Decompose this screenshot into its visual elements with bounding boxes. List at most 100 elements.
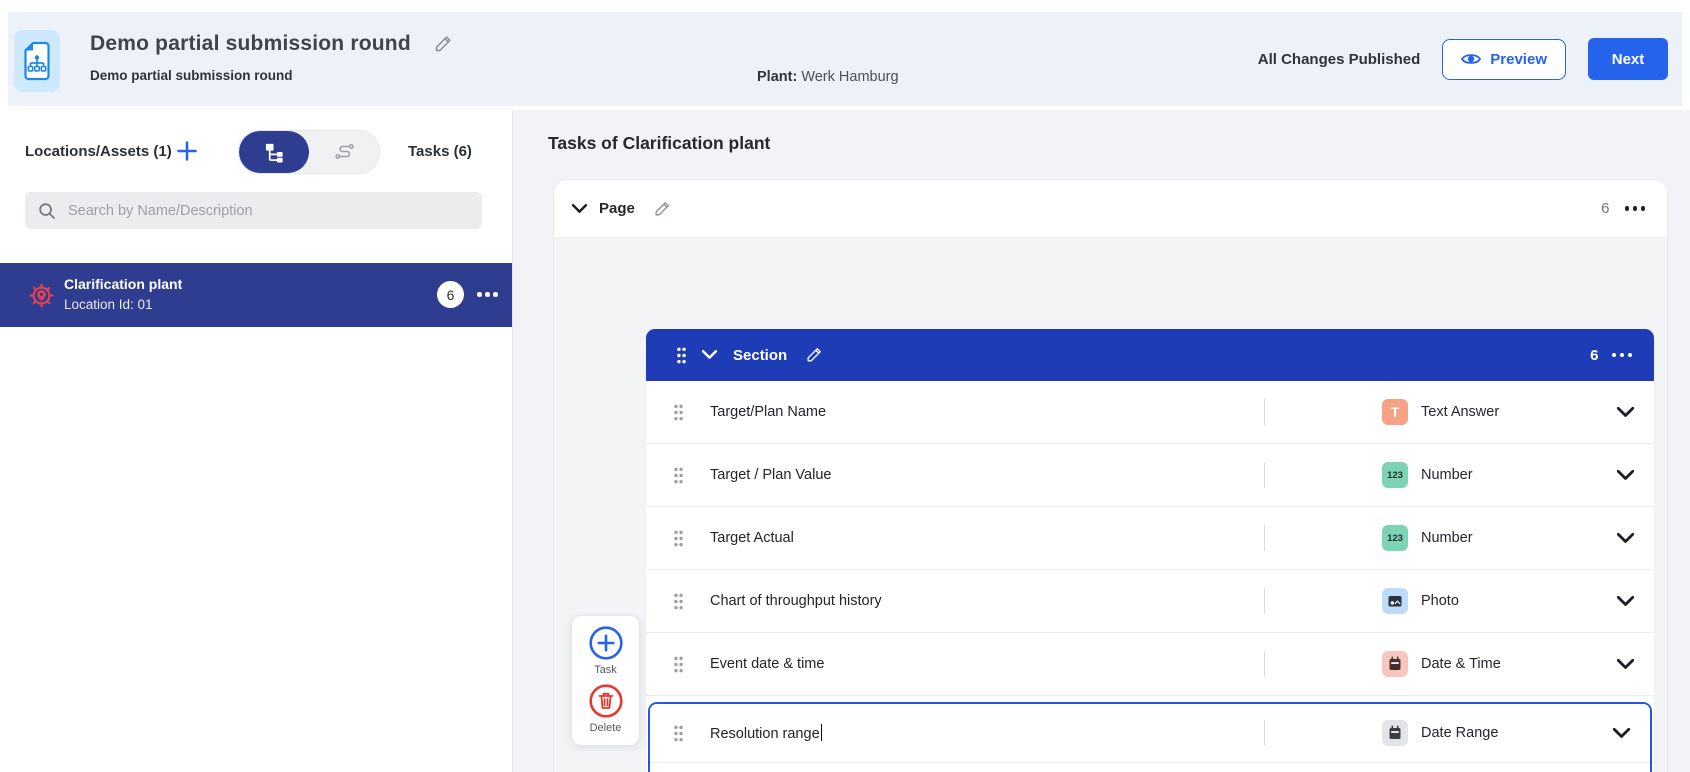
search-input[interactable]	[66, 202, 482, 220]
plus-circle-icon	[588, 625, 624, 661]
round-title: Demo partial submission round	[90, 32, 411, 56]
edit-section-icon[interactable]	[805, 346, 823, 364]
location-item-clarification-plant[interactable]: Clarification plant Location Id: 01 6	[0, 263, 512, 327]
plus-icon	[176, 140, 198, 162]
section-card: Section 6 Target/Pla	[646, 329, 1654, 772]
task-row-selected[interactable]: Resolution range Date Range	[650, 704, 1650, 763]
text-caret	[821, 724, 823, 741]
delete-button-label: Delete	[590, 722, 622, 734]
task-name: Chart of throughput history	[710, 593, 882, 609]
selected-task-card: Resolution range Date Range	[648, 702, 1652, 772]
section-item-count: 6	[1590, 347, 1598, 364]
document-tree-icon	[22, 41, 52, 81]
required-option-row: Required	[650, 763, 1650, 772]
answer-type-chevron-icon[interactable]	[1617, 407, 1634, 418]
location-search	[25, 192, 482, 229]
section-menu-icon[interactable]	[1612, 353, 1633, 358]
publish-status: All Changes Published	[1258, 51, 1421, 68]
preview-button[interactable]: Preview	[1442, 39, 1566, 80]
tasks-content: Tasks of Clarification plant Page 6	[513, 110, 1690, 772]
preview-button-label: Preview	[1490, 51, 1547, 68]
task-row[interactable]: Event date & time Date & Time	[646, 633, 1654, 696]
row-divider	[1264, 462, 1265, 488]
row-drag-handle-icon[interactable]	[673, 530, 684, 547]
page-collapse-chevron-icon[interactable]	[572, 204, 587, 214]
section-label: Section	[733, 347, 787, 364]
answer-type-chevron-icon[interactable]	[1617, 470, 1634, 481]
task-name: Target Actual	[710, 530, 794, 546]
edit-title-icon[interactable]	[433, 34, 453, 54]
photo-chip	[1382, 588, 1408, 614]
edit-page-icon[interactable]	[653, 200, 671, 218]
section-drag-handle-icon[interactable]	[676, 347, 687, 364]
row-drag-handle-icon[interactable]	[673, 593, 684, 610]
locations-assets-label: Locations/Assets (1)	[25, 143, 172, 160]
answer-type-label: Date Range	[1421, 725, 1498, 741]
task-name: Target / Plan Value	[710, 467, 831, 483]
task-name-editing[interactable]: Resolution range	[710, 724, 822, 742]
add-location-button[interactable]	[176, 140, 198, 162]
row-drag-handle-icon[interactable]	[673, 656, 684, 673]
task-row[interactable]: Target / Plan Value 123 Number	[646, 444, 1654, 507]
tasks-count-label: Tasks (6)	[408, 143, 472, 160]
tree-view-toggle[interactable]	[239, 131, 309, 173]
gear-pin-icon	[28, 282, 55, 309]
location-id: Location Id: 01	[64, 297, 153, 312]
page-label: Page	[599, 200, 635, 217]
add-task-button[interactable]: Task	[588, 625, 624, 676]
answer-type-label: Text Answer	[1421, 404, 1499, 420]
row-drag-handle-icon[interactable]	[673, 725, 684, 742]
answer-type-label: Number	[1421, 530, 1473, 546]
delete-task-button[interactable]: Delete	[588, 683, 624, 734]
page-menu-icon[interactable]	[1625, 206, 1646, 211]
row-divider	[1264, 588, 1265, 614]
task-row[interactable]: Target/Plan Name T Text Answer	[646, 381, 1654, 444]
round-doc-icon	[14, 30, 60, 92]
plant-label: Plant:	[757, 69, 797, 85]
answer-type-label: Date & Time	[1421, 656, 1501, 672]
row-drag-handle-icon[interactable]	[673, 404, 684, 421]
answer-type-chevron-icon[interactable]	[1617, 659, 1634, 670]
row-divider	[1264, 399, 1265, 425]
answer-type-chip: T	[1382, 399, 1408, 425]
page-card: Page 6	[553, 179, 1668, 772]
answer-type-label: Photo	[1421, 593, 1459, 609]
locations-sidebar: Locations/Assets (1)	[0, 110, 513, 772]
task-row[interactable]: Chart of throughput history Photo	[646, 570, 1654, 633]
date-range-chip	[1382, 720, 1408, 746]
round-subtitle: Demo partial submission round	[90, 68, 293, 83]
floating-action-panel: Task Delete	[571, 615, 640, 746]
row-divider	[1264, 651, 1265, 677]
view-toggle	[238, 130, 380, 174]
app-header: Demo partial submission round Demo parti…	[8, 12, 1682, 106]
row-drag-handle-icon[interactable]	[673, 467, 684, 484]
answer-type-chevron-icon[interactable]	[1617, 596, 1634, 607]
answer-type-chip: 123	[1382, 462, 1408, 488]
plant-value: Werk Hamburg	[801, 69, 898, 85]
app-canvas: Demo partial submission round Demo parti…	[0, 0, 1690, 772]
row-divider	[1264, 525, 1265, 551]
tree-view-icon	[264, 142, 285, 163]
answer-type-chip: 123	[1382, 525, 1408, 551]
answer-type-label: Number	[1421, 467, 1473, 483]
calendar-chip	[1382, 651, 1408, 677]
flow-view-icon	[333, 142, 355, 162]
page-body: Section 6 Target/Pla	[554, 237, 1667, 772]
answer-type-chevron-icon[interactable]	[1617, 533, 1634, 544]
location-task-count-badge: 6	[437, 281, 464, 308]
task-name: Event date & time	[710, 656, 824, 672]
section-collapse-chevron-icon[interactable]	[702, 350, 717, 360]
page-header: Page 6	[554, 180, 1667, 237]
search-icon	[38, 202, 56, 220]
section-rows: Target/Plan Name T Text Answer Target / …	[646, 381, 1654, 772]
answer-type-chevron-icon[interactable]	[1613, 728, 1630, 739]
task-button-label: Task	[594, 664, 617, 676]
eye-icon	[1461, 52, 1481, 66]
row-divider	[1264, 720, 1265, 746]
flow-view-toggle[interactable]	[309, 131, 379, 173]
plant-info: Plant: Werk Hamburg	[757, 69, 899, 85]
task-row[interactable]: Target Actual 123 Number	[646, 507, 1654, 570]
location-menu-icon[interactable]	[477, 292, 498, 297]
task-name: Target/Plan Name	[710, 404, 826, 420]
next-button[interactable]: Next	[1588, 38, 1668, 80]
